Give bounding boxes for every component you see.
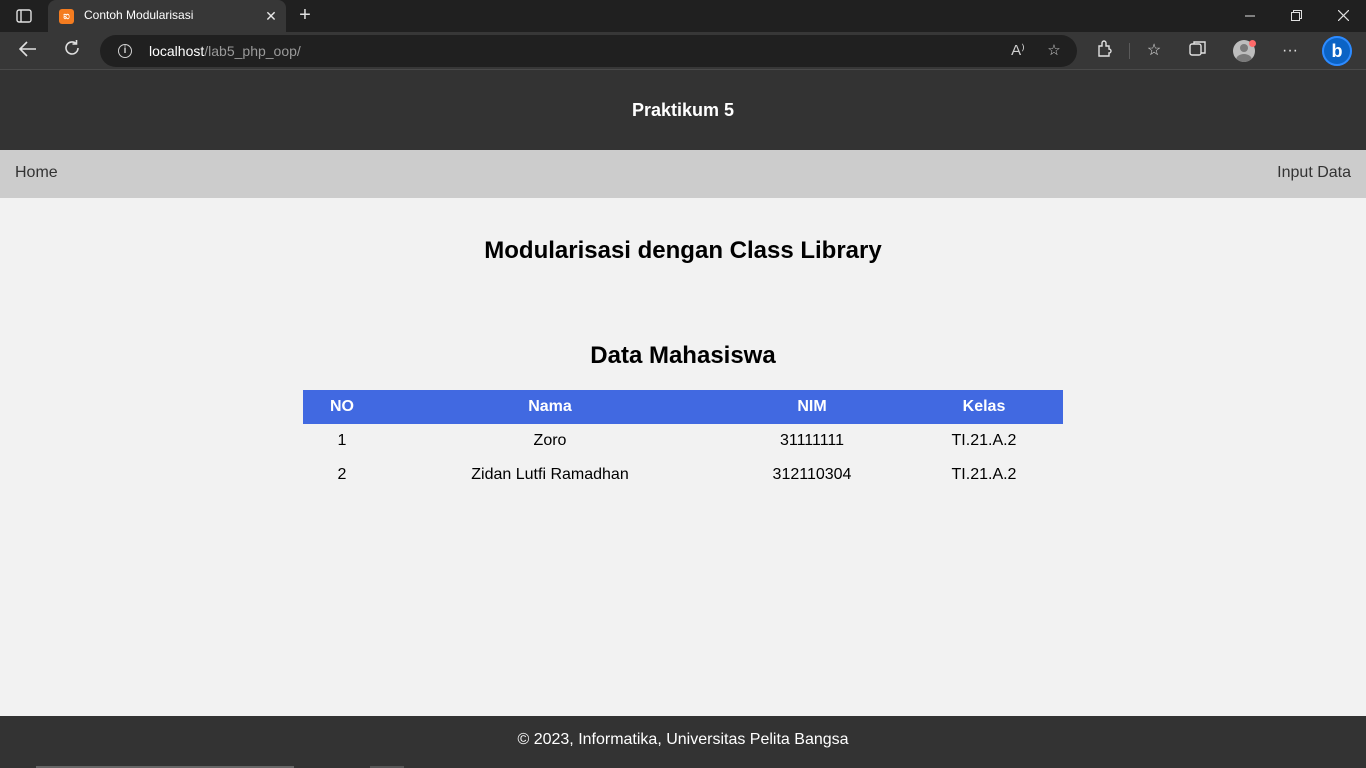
browser-tab-active[interactable]: ಐ Contoh Modularisasi ✕	[48, 0, 286, 32]
cell-kelas: TI.21.A.2	[951, 432, 1017, 449]
minimize-icon[interactable]	[1227, 0, 1273, 32]
tab-title: Contoh Modularisasi	[84, 8, 194, 22]
back-arrow-icon[interactable]	[14, 37, 42, 65]
cell-nim: 31111111	[779, 432, 845, 449]
read-aloud-icon[interactable]: A⁾	[1007, 41, 1029, 61]
add-favorite-icon[interactable]: ☆	[1043, 41, 1065, 61]
site-footer: © 2023, Informatika, Universitas Pelita …	[0, 716, 1366, 768]
cell-nama: Zoro	[533, 432, 567, 449]
nav-link-home[interactable]: Home	[15, 164, 58, 182]
toolbar-divider	[1129, 43, 1130, 59]
extensions-icon[interactable]	[1094, 40, 1116, 62]
new-tab-icon[interactable]: +	[294, 5, 316, 26]
nav-link-input-data[interactable]: Input Data	[1277, 164, 1351, 182]
cell-no: 1	[337, 432, 347, 449]
more-icon[interactable]: ···	[1279, 40, 1301, 62]
cell-nim: 312110304	[772, 466, 852, 483]
cell-kelas: TI.21.A.2	[951, 466, 1017, 483]
restore-icon[interactable]	[1273, 0, 1319, 32]
cell-no: 2	[337, 466, 347, 483]
url-host: localhost	[149, 43, 205, 59]
favorites-icon[interactable]: ☆	[1143, 40, 1165, 62]
column-header-nama: Nama	[381, 390, 719, 424]
browser-toolbar: i localhost/lab5_php_oop/ A⁾ ☆ ☆ ··· b	[0, 32, 1366, 70]
table-row: 1 Zoro 31111111 TI.21.A.2	[303, 424, 1063, 458]
bing-copilot-icon[interactable]: b	[1322, 36, 1352, 66]
site-header: Praktikum 5	[0, 70, 1366, 150]
section-title: Data Mahasiswa	[590, 342, 776, 369]
url-text[interactable]: localhost/lab5_php_oop/	[149, 43, 301, 59]
column-header-no: NO	[303, 390, 381, 424]
url-path: /lab5_php_oop/	[204, 43, 301, 59]
table-row: 2 Zidan Lutfi Ramadhan 312110304 TI.21.A…	[303, 458, 1063, 492]
xampp-icon: ಐ	[59, 9, 74, 24]
student-table: NO Nama NIM Kelas 1 Zoro 31111111 TI.21.…	[303, 390, 1063, 492]
table-header-row: NO Nama NIM Kelas	[303, 390, 1063, 424]
web-page: Praktikum 5 Home Input Data Modularisasi…	[0, 70, 1366, 768]
collections-icon[interactable]	[1187, 40, 1209, 62]
close-window-icon[interactable]	[1320, 0, 1366, 32]
page-title: Modularisasi dengan Class Library	[484, 237, 882, 264]
cell-nama: Zidan Lutfi Ramadhan	[471, 466, 629, 483]
footer-text: © 2023, Informatika, Universitas Pelita …	[517, 731, 849, 748]
refresh-icon[interactable]	[58, 37, 86, 65]
column-header-kelas: Kelas	[905, 390, 1063, 424]
notification-dot	[1249, 40, 1256, 47]
column-header-nim: NIM	[719, 390, 905, 424]
browser-tab-strip: ಐ Contoh Modularisasi ✕ +	[0, 0, 1366, 32]
tab-actions-icon[interactable]	[10, 7, 38, 25]
tab-close-icon[interactable]: ✕	[262, 7, 280, 25]
site-nav: Home Input Data	[0, 150, 1366, 198]
address-bar[interactable]: i localhost/lab5_php_oop/ A⁾ ☆	[100, 35, 1077, 67]
info-icon[interactable]: i	[118, 44, 132, 58]
